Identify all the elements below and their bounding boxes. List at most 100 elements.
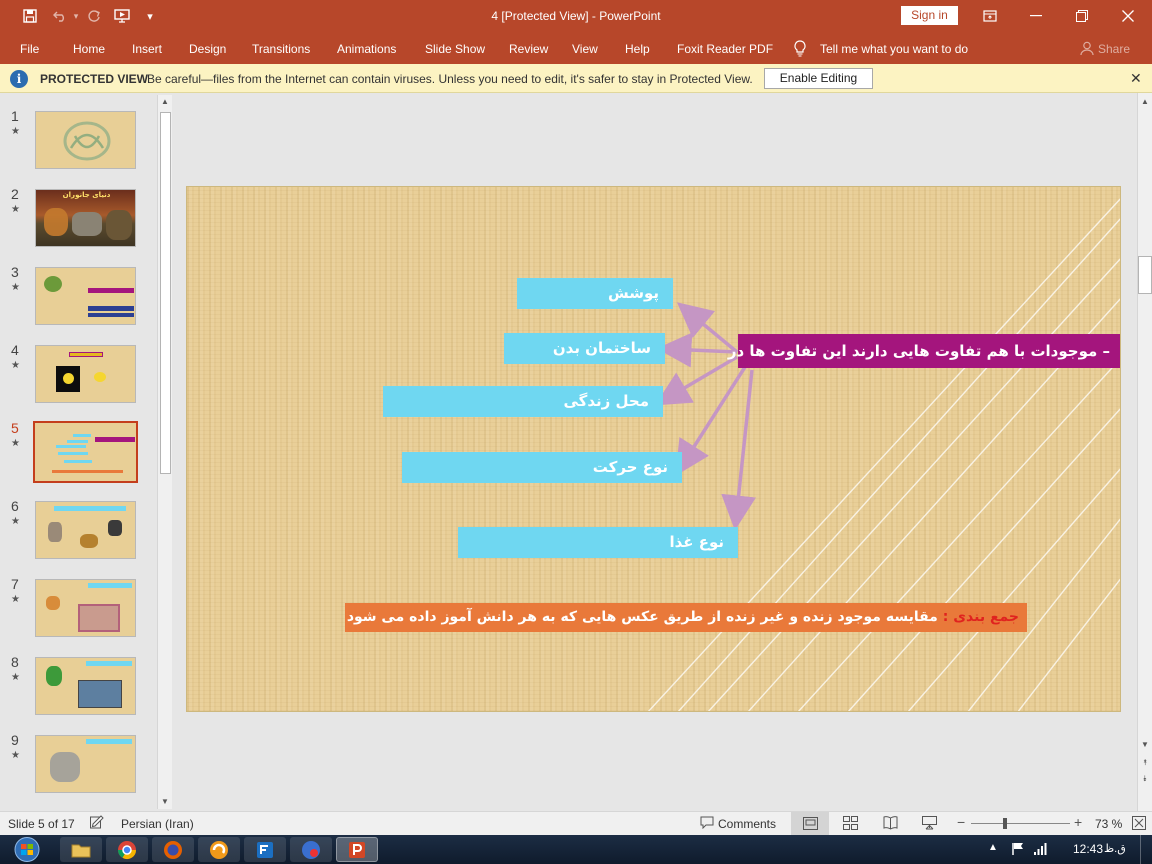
- zoom-slider-handle[interactable]: [1003, 818, 1007, 829]
- slide-thumbnail-3[interactable]: [35, 267, 136, 325]
- save-icon[interactable]: [20, 6, 40, 26]
- slide-thumbnail-6[interactable]: [35, 501, 136, 559]
- box-movement-type[interactable]: نوع حرکت: [402, 452, 682, 483]
- tab-view[interactable]: View: [572, 42, 598, 56]
- foxit-reader-icon[interactable]: [244, 837, 286, 862]
- zoom-slider[interactable]: [971, 823, 1070, 824]
- start-button[interactable]: [8, 835, 46, 864]
- zebra-image: [108, 520, 122, 536]
- close-icon[interactable]: [1105, 0, 1151, 32]
- animal-image: [106, 210, 132, 240]
- ribbon-display-options-icon[interactable]: [967, 0, 1013, 32]
- slide-thumbnail-1[interactable]: [35, 111, 136, 169]
- action-center-flag-icon[interactable]: [1011, 842, 1025, 861]
- dinosaur-image: [46, 666, 62, 686]
- undo-icon[interactable]: [50, 6, 70, 26]
- tab-review[interactable]: Review: [509, 42, 548, 56]
- spelling-check-icon[interactable]: [89, 815, 104, 833]
- zoom-level[interactable]: 73 %: [1095, 817, 1122, 831]
- comments-button[interactable]: Comments: [718, 817, 776, 831]
- sign-in-button[interactable]: Sign in: [901, 6, 958, 25]
- tab-help[interactable]: Help: [625, 42, 650, 56]
- powerpoint-taskbar-icon[interactable]: [336, 837, 378, 862]
- box-habitat[interactable]: محل زندگی: [383, 386, 663, 417]
- share-icon[interactable]: [1080, 41, 1094, 59]
- box-body-structure[interactable]: ساختمان بدن: [504, 333, 665, 364]
- slide-thumbnail-2[interactable]: دنیای جانوران: [35, 189, 136, 247]
- scroll-up-icon[interactable]: ▲: [158, 95, 172, 109]
- thumbnail-scrollbar[interactable]: ▲ ▼: [157, 95, 172, 809]
- tab-file[interactable]: File: [20, 42, 39, 56]
- close-message-bar-icon[interactable]: ✕: [1130, 70, 1142, 87]
- reading-view-icon[interactable]: [883, 816, 898, 833]
- slide-thumbnail-7[interactable]: [35, 579, 136, 637]
- info-shield-icon: i: [10, 70, 28, 88]
- box-covering[interactable]: پوشش: [517, 278, 673, 309]
- slide-show-view-icon[interactable]: [922, 816, 937, 833]
- show-hidden-icons-icon[interactable]: ▲: [988, 842, 998, 853]
- slide-thumbnail-8[interactable]: [35, 657, 136, 715]
- edge-icon[interactable]: [198, 837, 240, 862]
- tab-foxit-reader-pdf[interactable]: Foxit Reader PDF: [677, 42, 773, 56]
- box-food-type[interactable]: نوع غذا: [458, 527, 738, 558]
- summary-box[interactable]: جمع بندی : مقایسه موجود زنده و غیر زنده …: [345, 603, 1027, 632]
- language-indicator[interactable]: Persian (Iran): [121, 817, 194, 831]
- clock-time[interactable]: 12:43: [1073, 842, 1103, 856]
- summary-label: جمع بندی :: [942, 609, 1019, 625]
- next-slide-icon[interactable]: ⯯: [1138, 772, 1152, 786]
- tab-animations[interactable]: Animations: [337, 42, 396, 56]
- tab-design[interactable]: Design: [189, 42, 226, 56]
- animal-image: [72, 212, 102, 236]
- main-statement-box[interactable]: – موجودات با هم تفاوت هایی دارند این تفا…: [728, 334, 1120, 368]
- tab-insert[interactable]: Insert: [132, 42, 162, 56]
- protected-view-message: Be careful—files from the Internet can c…: [147, 72, 753, 86]
- comments-icon[interactable]: [700, 816, 714, 832]
- restore-icon[interactable]: [1059, 0, 1105, 32]
- customize-qat-icon[interactable]: ▾: [143, 6, 157, 26]
- redo-icon[interactable]: [84, 6, 104, 26]
- zoom-in-icon[interactable]: +: [1074, 814, 1082, 830]
- undo-dropdown-icon[interactable]: ▾: [70, 6, 82, 26]
- show-desktop-button[interactable]: [1140, 835, 1152, 864]
- slide-thumbnail-4[interactable]: [35, 345, 136, 403]
- previous-slide-icon[interactable]: ⯭: [1138, 756, 1152, 770]
- tab-home[interactable]: Home: [73, 42, 105, 56]
- firefox-icon[interactable]: [152, 837, 194, 862]
- scroll-down-icon[interactable]: ▼: [1138, 738, 1152, 752]
- slide-number-2: 2: [11, 186, 19, 202]
- zoom-out-icon[interactable]: −: [957, 814, 965, 830]
- minimize-icon[interactable]: [1013, 0, 1059, 32]
- scrollbar-thumb[interactable]: [160, 112, 171, 474]
- slide-sorter-view-icon[interactable]: [843, 816, 858, 833]
- slide-thumbnail-pane: 1 ★ 2 ★ دنیای جانوران 3 ★ 4 ★ 5 ★ 6 ★ 7 …: [0, 93, 174, 811]
- status-bar: Slide 5 of 17 Persian (Iran) Comments − …: [0, 811, 1152, 835]
- fit-slide-icon[interactable]: [1132, 816, 1146, 833]
- donkey-image: [50, 752, 80, 782]
- animation-star-icon: ★: [11, 750, 20, 761]
- scroll-up-icon[interactable]: ▲: [1138, 95, 1152, 109]
- text-box: [54, 506, 126, 511]
- scroll-down-icon[interactable]: ▼: [158, 795, 172, 809]
- tab-slide-show[interactable]: Slide Show: [425, 42, 485, 56]
- animation-star-icon: ★: [11, 126, 20, 137]
- enable-editing-button[interactable]: Enable Editing: [764, 68, 873, 89]
- slide-thumbnail-5[interactable]: [33, 421, 138, 483]
- media-player-icon[interactable]: [290, 837, 332, 862]
- animation-star-icon: ★: [11, 282, 20, 293]
- slide-canvas[interactable]: – موجودات با هم تفاوت هایی دارند این تفا…: [186, 186, 1121, 712]
- share-button[interactable]: Share: [1098, 42, 1130, 56]
- normal-view-button[interactable]: [791, 812, 829, 835]
- lightbulb-icon[interactable]: [793, 40, 807, 60]
- tab-transitions[interactable]: Transitions: [252, 42, 310, 56]
- chrome-icon[interactable]: [106, 837, 148, 862]
- slide-thumbnail-9[interactable]: [35, 735, 136, 793]
- animal-photo: [78, 604, 120, 632]
- scrollbar-thumb[interactable]: [1138, 256, 1152, 294]
- tell-me-search[interactable]: Tell me what you want to do: [820, 42, 968, 56]
- editor-scrollbar[interactable]: ▲ ▼ ⯭ ⯯: [1137, 93, 1152, 811]
- slide-count: Slide 5 of 17: [8, 817, 75, 831]
- clock-ampm[interactable]: ق.ظ: [1104, 842, 1126, 855]
- file-explorer-icon[interactable]: [60, 837, 102, 862]
- start-from-beginning-icon[interactable]: [112, 6, 134, 26]
- network-signal-icon[interactable]: [1033, 842, 1049, 861]
